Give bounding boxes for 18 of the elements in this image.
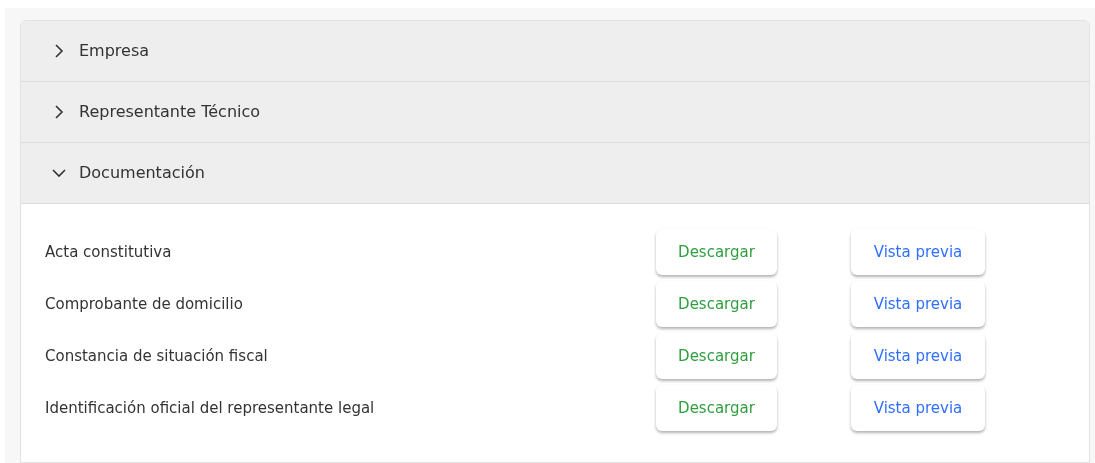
document-name: Acta constitutiva bbox=[45, 241, 173, 263]
accordion-header[interactable]: Documentación bbox=[21, 143, 1089, 204]
preview-button[interactable]: Vista previa bbox=[851, 333, 985, 379]
download-button[interactable]: Descargar bbox=[656, 229, 777, 275]
section-title: Representante Técnico bbox=[79, 101, 261, 123]
section-title: Empresa bbox=[79, 40, 150, 62]
accordion-header[interactable]: Empresa bbox=[21, 21, 1089, 82]
preview-button[interactable]: Vista previa bbox=[851, 385, 985, 431]
preview-button[interactable]: Vista previa bbox=[851, 229, 985, 275]
download-button[interactable]: Descargar bbox=[656, 333, 777, 379]
preview-button[interactable]: Vista previa bbox=[851, 281, 985, 327]
download-button[interactable]: Descargar bbox=[656, 281, 777, 327]
document-name: Constancia de situación fiscal bbox=[45, 345, 269, 367]
download-button[interactable]: Descargar bbox=[656, 385, 777, 431]
section-title: Documentación bbox=[79, 162, 205, 184]
accordion-header[interactable]: Representante Técnico bbox=[21, 82, 1089, 143]
document-name: Comprobante de domicilio bbox=[45, 293, 244, 315]
document-name: Identificación oficial del representante legal bbox=[45, 397, 376, 419]
